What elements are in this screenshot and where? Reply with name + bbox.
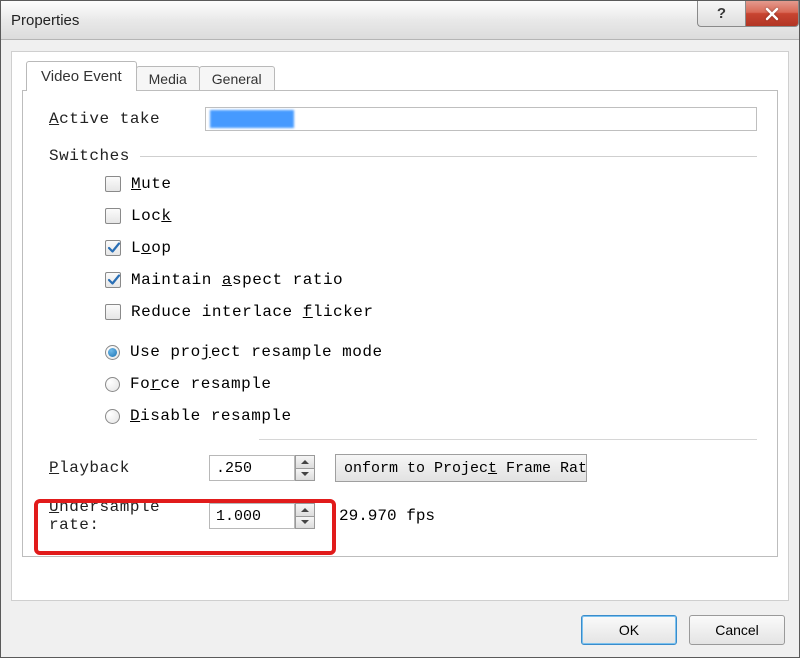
- properties-dialog: Properties ? Video Event Media General A…: [0, 0, 800, 658]
- lock-checkbox-row[interactable]: Lock: [105, 207, 757, 225]
- tab-page-video-event: Active take Switches Mute Lock: [22, 90, 778, 557]
- titlebar-buttons: ?: [697, 1, 799, 29]
- check-icon: [107, 273, 121, 287]
- resample-force-label: Force resample: [130, 375, 271, 393]
- undersample-spin-down[interactable]: [295, 517, 315, 530]
- chevron-down-icon: [301, 519, 309, 525]
- conform-frame-rate-button[interactable]: onform to Project Frame Rat: [335, 454, 587, 482]
- tab-general[interactable]: General: [199, 66, 275, 91]
- text-selection: [210, 110, 294, 128]
- fps-readout: 29.970 fps: [339, 507, 435, 525]
- flicker-label: Reduce interlace flicker: [131, 303, 373, 321]
- undersample-spinner: [295, 503, 315, 529]
- aspect-label: Maintain aspect ratio: [131, 271, 343, 289]
- help-button[interactable]: ?: [697, 1, 745, 27]
- chevron-up-icon: [301, 459, 309, 465]
- mute-checkbox-row[interactable]: Mute: [105, 175, 757, 193]
- undersample-label: Undersample rate:: [49, 498, 209, 534]
- lock-label: Lock: [131, 207, 171, 225]
- resample-disable-row[interactable]: Disable resample: [105, 407, 757, 425]
- playback-spin-down[interactable]: [295, 469, 315, 482]
- mute-label: Mute: [131, 175, 171, 193]
- resample-project-label: Use project resample mode: [130, 343, 383, 361]
- lock-checkbox[interactable]: [105, 208, 121, 224]
- loop-checkbox[interactable]: [105, 240, 121, 256]
- tab-video-event[interactable]: Video Event: [26, 61, 137, 91]
- tab-media[interactable]: Media: [136, 66, 200, 91]
- tabstrip: Video Event Media General: [26, 60, 778, 90]
- dialog-buttons: OK Cancel: [581, 615, 785, 645]
- active-take-row: Active take: [49, 107, 757, 131]
- flicker-checkbox-row[interactable]: Reduce interlace flicker: [105, 303, 757, 321]
- resample-force-row[interactable]: Force resample: [105, 375, 757, 393]
- playback-spin-up[interactable]: [295, 455, 315, 469]
- client-area: Video Event Media General Active take Sw…: [11, 51, 789, 601]
- help-icon: ?: [717, 5, 726, 22]
- resample-disable-label: Disable resample: [130, 407, 292, 425]
- close-icon: [765, 7, 779, 21]
- titlebar: Properties ?: [1, 1, 799, 40]
- chevron-up-icon: [301, 507, 309, 513]
- check-icon: [107, 241, 121, 255]
- aspect-checkbox[interactable]: [105, 272, 121, 288]
- window-title: Properties: [1, 12, 79, 29]
- resample-disable-radio[interactable]: [105, 409, 120, 424]
- aspect-checkbox-row[interactable]: Maintain aspect ratio: [105, 271, 757, 289]
- resample-force-radio[interactable]: [105, 377, 120, 392]
- resample-project-row[interactable]: Use project resample mode: [105, 343, 757, 361]
- chevron-down-icon: [301, 471, 309, 477]
- playback-label: Playback: [49, 459, 209, 477]
- playback-input[interactable]: .250: [209, 455, 295, 481]
- mute-checkbox[interactable]: [105, 176, 121, 192]
- close-button[interactable]: [745, 1, 799, 27]
- ok-button[interactable]: OK: [581, 615, 677, 645]
- switches-separator-line: [140, 156, 757, 157]
- conform-label: onform to Project Frame Rat: [344, 460, 587, 477]
- switches-label: Switches: [49, 147, 130, 165]
- playback-row: Playback .250 onform to Project Frame Ra…: [49, 454, 757, 482]
- cancel-button[interactable]: Cancel: [689, 615, 785, 645]
- active-take-label: Active take: [49, 110, 205, 128]
- loop-label: Loop: [131, 239, 171, 257]
- playback-spinner: [295, 455, 315, 481]
- active-take-input[interactable]: [205, 107, 757, 131]
- flicker-checkbox[interactable]: [105, 304, 121, 320]
- undersample-row: Undersample rate: 1.000 29.970 fps: [49, 498, 757, 534]
- undersample-input[interactable]: 1.000: [209, 503, 295, 529]
- loop-checkbox-row[interactable]: Loop: [105, 239, 757, 257]
- undersample-spin-up[interactable]: [295, 503, 315, 517]
- resample-project-radio[interactable]: [105, 345, 120, 360]
- switches-group-header: Switches: [49, 147, 757, 165]
- separator: [259, 439, 757, 440]
